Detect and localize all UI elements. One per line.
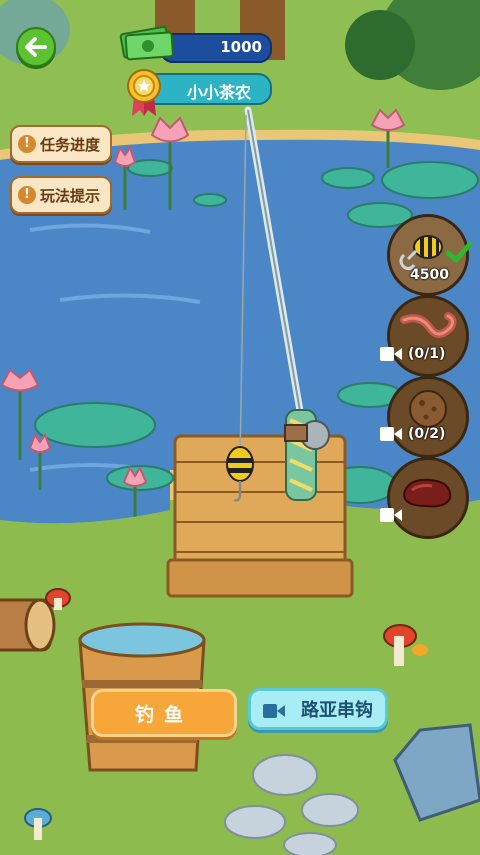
bait-slot-worm[interactable]	[387, 295, 469, 377]
bait-slot-dough[interactable]	[387, 376, 469, 458]
fish-button[interactable]: 钓鱼	[91, 689, 237, 737]
money-bar: 1000	[160, 33, 272, 63]
video-ad-icon	[380, 347, 402, 361]
video-ad-icon	[380, 427, 402, 441]
player-title: 小小茶农	[186, 83, 251, 102]
wooden-dock	[166, 434, 354, 598]
bait-slot-lure[interactable]: 4500	[387, 214, 472, 296]
bait-slot-meat[interactable]	[387, 457, 469, 539]
money-value: 1000	[220, 38, 262, 56]
lure-string-label: 路亚串钩	[301, 700, 373, 721]
back-arrow-icon	[25, 37, 47, 57]
video-ad-icon	[263, 704, 285, 718]
task-progress-button[interactable]: ! 任务进度	[10, 125, 113, 163]
medal-icon	[127, 69, 161, 116]
back-button[interactable]	[16, 27, 56, 67]
fishing-scene: 1000 小小茶农 ! 任务进度 ! 玩法提示 4500 (0/1) (0/2)…	[0, 0, 480, 855]
lure-count: 4500	[410, 267, 449, 283]
meat-icon	[402, 478, 452, 508]
dough-count: (0/2)	[408, 426, 446, 442]
gameplay-tips-button[interactable]: ! 玩法提示	[10, 176, 113, 214]
task-progress-label: 任务进度	[40, 135, 101, 154]
checkmark-icon	[446, 241, 472, 263]
worm-icon	[400, 312, 457, 338]
dough-ball-icon	[409, 390, 447, 428]
video-ad-icon	[380, 508, 402, 522]
gameplay-tips-label: 玩法提示	[40, 186, 101, 205]
lure-string-button[interactable]: 路亚串钩	[248, 688, 388, 730]
worm-count: (0/1)	[408, 346, 446, 362]
log	[0, 598, 56, 652]
exclamation-icon: !	[18, 135, 36, 153]
exclamation-icon: !	[18, 186, 36, 204]
cash-icon	[119, 26, 174, 61]
